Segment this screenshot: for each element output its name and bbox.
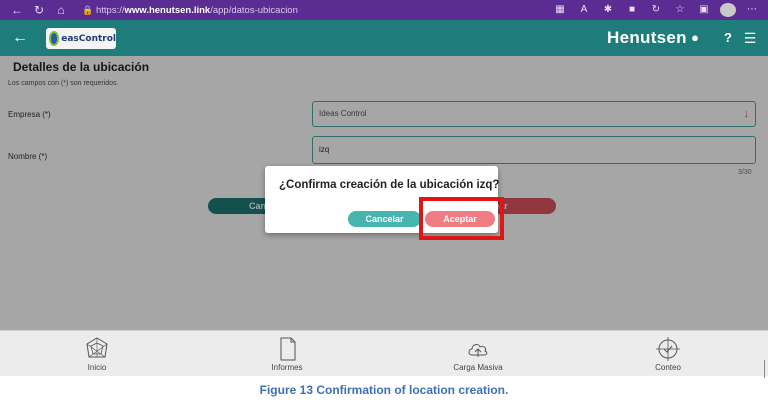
menu-icon[interactable]: ☰	[742, 30, 758, 46]
collections-icon[interactable]: ▣	[696, 2, 712, 18]
nav-item-conteo[interactable]: Conteo	[628, 331, 708, 377]
browser-actions: ▦ A ✱ ■ ↻ ☆ ▣ ⋯	[552, 2, 760, 18]
edge-divider	[764, 360, 765, 378]
document-icon	[280, 337, 296, 361]
nav-item-informes[interactable]: Informes	[247, 331, 327, 377]
nav-item-carga-masiva[interactable]: Carga Masiva	[438, 331, 518, 377]
app-header: ← easControl Henutsen ● ? ☰	[0, 20, 768, 56]
nav-label-carga-masiva: Carga Masiva	[453, 363, 503, 372]
user-icon[interactable]: ●	[687, 30, 703, 46]
browser-profile-avatar[interactable]	[720, 3, 736, 17]
cloud-upload-icon	[468, 344, 488, 357]
target-icon	[656, 337, 680, 361]
grid-view-icon[interactable]: ▦	[552, 2, 568, 18]
highlight-annotation	[419, 197, 504, 240]
url-path: /app/datos-ubicacion	[210, 4, 298, 16]
nav-label-informes: Informes	[271, 363, 303, 372]
brand-name: Henutsen	[607, 28, 687, 47]
extensions-icon[interactable]: ✱	[600, 2, 616, 18]
url-host: www.henutsen.link	[124, 4, 211, 16]
lock-icon: 🔒	[82, 4, 94, 15]
logo-mark	[49, 31, 60, 46]
address-bar[interactable]: 🔒 https://www.henutsen.link/app/datos-ub…	[82, 2, 298, 18]
browser-toolbar: ← ↻ ⌂ 🔒 https://www.henutsen.link/app/da…	[0, 0, 768, 20]
more-options-icon[interactable]: ⋯	[744, 2, 760, 18]
browser-home-icon[interactable]: ⌂	[50, 2, 72, 18]
dialog-cancel-button[interactable]: Cancelar	[348, 211, 421, 227]
logo-text: easControl	[61, 33, 116, 44]
browser-refresh-icon[interactable]: ↻	[28, 2, 50, 18]
radar-chart-icon	[86, 337, 108, 358]
figure-caption: Figure 13 Confirmation of location creat…	[259, 383, 509, 397]
back-arrow-icon[interactable]: ←	[10, 28, 30, 48]
browser-refresh-alt-icon[interactable]: ↻	[648, 2, 664, 18]
read-aloud-icon[interactable]: A	[576, 2, 592, 18]
nav-item-inicio[interactable]: Inicio	[57, 331, 137, 377]
help-icon[interactable]: ?	[720, 30, 736, 46]
puzzle-icon[interactable]: ■	[624, 2, 640, 18]
url-prefix: https://	[96, 4, 125, 16]
company-logo[interactable]: easControl	[46, 28, 116, 49]
dialog-message: ¿Confirma creación de la ubicación izq?	[279, 179, 500, 191]
favorites-icon[interactable]: ☆	[672, 2, 688, 18]
browser-back-icon[interactable]: ←	[6, 2, 28, 18]
nav-label-inicio: Inicio	[87, 363, 107, 372]
bottom-nav: Inicio Informes Carga Masiva Conteo	[0, 330, 768, 376]
nav-label-conteo: Conteo	[655, 363, 681, 372]
